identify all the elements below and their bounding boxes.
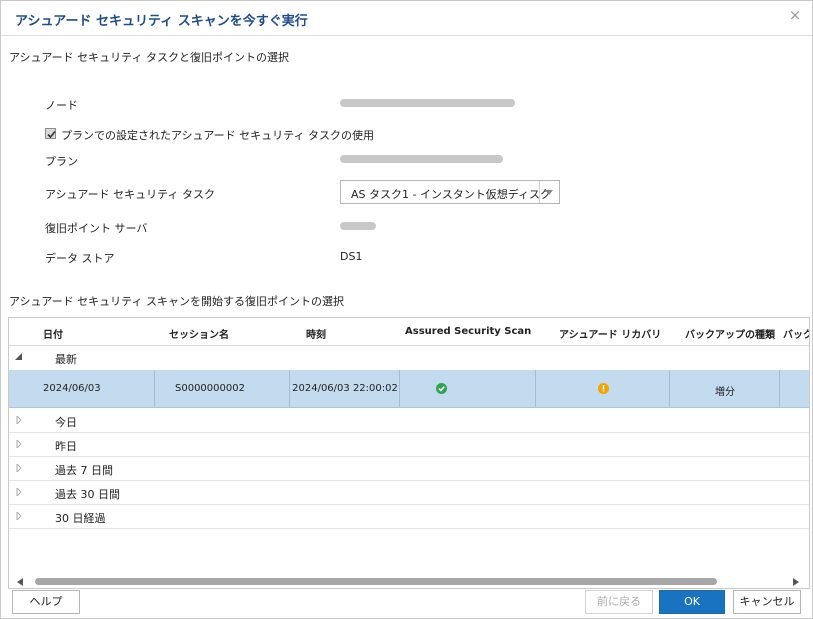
dropdown-button[interactable]	[539, 181, 559, 203]
group-label: 今日	[55, 416, 77, 429]
recovery-point-grid: 日付 セッション名 時刻 Assured Security Scan アシュアー…	[8, 317, 810, 589]
task-label: アシュアード セキュリティ タスク	[45, 188, 216, 201]
cell-time: 2024/06/03 22:00:02	[290, 370, 400, 407]
grid-header: 日付 セッション名 時刻 Assured Security Scan アシュアー…	[9, 318, 809, 346]
recovery-section-heading: アシュアード セキュリティ スキャンを開始する復旧ポイントの選択	[9, 295, 345, 308]
column-header-session[interactable]: セッション名	[169, 326, 229, 341]
back-button[interactable]: 前に戻る	[585, 590, 653, 614]
column-header-recovery[interactable]: アシュアード リカバリ	[559, 326, 661, 341]
cell-backup-type: 増分	[670, 370, 780, 407]
plan-value-redacted	[340, 155, 503, 163]
node-value-redacted	[340, 99, 515, 107]
rps-value-redacted	[340, 222, 376, 230]
collapsed-triangle-icon	[16, 512, 22, 520]
datastore-value: DS1	[340, 250, 363, 263]
group-label: 昨日	[55, 440, 77, 453]
collapsed-triangle-icon	[16, 464, 22, 472]
cell-date: 2024/06/03	[9, 370, 155, 407]
help-button[interactable]: ヘルプ	[12, 590, 80, 614]
group-label: 最新	[55, 353, 77, 366]
column-header-time[interactable]: 時刻	[306, 326, 326, 341]
run-assured-security-scan-dialog: アシュアード セキュリティ スキャンを今すぐ実行 × アシュアード セキュリティ…	[0, 0, 813, 619]
column-header-backup-type[interactable]: バックアップの種類	[685, 326, 775, 341]
dialog-title: アシュアード セキュリティ スキャンを今すぐ実行	[15, 14, 308, 29]
group-label: 過去 7 日間	[55, 464, 113, 477]
column-header-scan[interactable]: Assured Security Scan	[405, 326, 531, 337]
scroll-right-arrow-icon	[793, 578, 799, 586]
cell-session: S0000000002	[155, 370, 290, 407]
group-row-older-30-days[interactable]: 30 日経過	[9, 504, 809, 529]
horizontal-scrollbar[interactable]	[9, 576, 809, 588]
use-plan-task-checkbox[interactable]	[45, 128, 56, 139]
task-select[interactable]: AS タスク1 - インスタント仮想ディスク	[340, 180, 560, 204]
datastore-label: データ ストア	[45, 252, 115, 265]
use-plan-checkbox-label: プランでの設定されたアシュアード セキュリティ タスクの使用	[61, 129, 375, 142]
column-header-date[interactable]: 日付	[43, 326, 63, 341]
collapsed-triangle-icon	[16, 416, 22, 424]
ok-button[interactable]: OK	[659, 590, 725, 614]
expanded-triangle-icon	[15, 353, 22, 360]
dialog-titlebar: アシュアード セキュリティ スキャンを今すぐ実行 ×	[1, 1, 812, 36]
success-check-icon	[436, 383, 447, 394]
task-select-value: AS タスク1 - インスタント仮想ディスク	[351, 188, 551, 201]
warning-icon	[598, 383, 609, 394]
task-section-heading: アシュアード セキュリティ タスクと復旧ポイントの選択	[9, 51, 290, 64]
group-label: 30 日経過	[55, 512, 106, 525]
cell-scan-status	[400, 370, 536, 407]
cell-recovery-status	[536, 370, 670, 407]
scrollbar-thumb[interactable]	[35, 578, 717, 585]
scroll-left-arrow-icon	[17, 578, 23, 586]
group-row-yesterday[interactable]: 昨日	[9, 432, 809, 457]
collapsed-triangle-icon	[16, 440, 22, 448]
group-row-last-30-days[interactable]: 過去 30 日間	[9, 480, 809, 505]
plan-label: プラン	[45, 155, 78, 168]
chevron-down-icon	[545, 190, 553, 195]
cancel-button[interactable]: キャンセル	[733, 590, 801, 614]
checkmark-icon	[47, 130, 56, 139]
group-label: 過去 30 日間	[55, 488, 120, 501]
group-row-last-7-days[interactable]: 過去 7 日間	[9, 456, 809, 481]
close-icon[interactable]: ×	[788, 8, 802, 23]
collapsed-triangle-icon	[16, 488, 22, 496]
column-header-backup-more[interactable]: バック	[783, 326, 809, 341]
group-row-today[interactable]: 今日	[9, 408, 809, 433]
group-row-latest[interactable]: 最新	[9, 345, 809, 369]
table-row-selected[interactable]: 2024/06/03 S0000000002 2024/06/03 22:00:…	[9, 370, 809, 408]
node-label: ノード	[45, 99, 78, 112]
rps-label: 復旧ポイント サーバ	[45, 222, 148, 235]
